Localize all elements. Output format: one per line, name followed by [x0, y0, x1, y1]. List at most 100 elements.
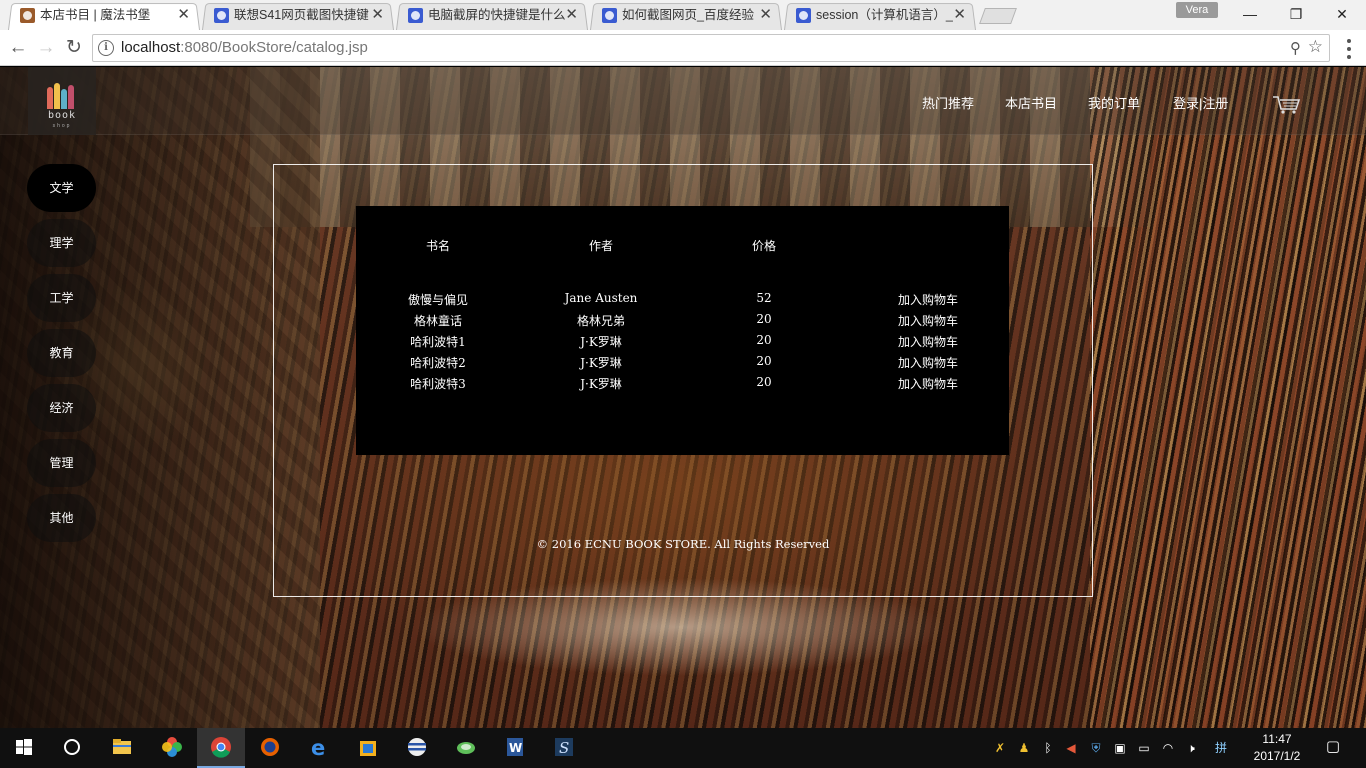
baidu-paw-icon	[602, 8, 617, 23]
file-explorer-app[interactable]	[98, 728, 146, 768]
nav-catalog[interactable]: 本店书目	[1005, 93, 1057, 112]
wechat-app[interactable]	[442, 728, 490, 768]
browser-menu-icon[interactable]	[1340, 35, 1358, 61]
category-literature[interactable]: 文学	[27, 164, 96, 212]
volume-mute-icon[interactable]: 🕨	[1183, 740, 1199, 756]
folder-icon	[113, 739, 131, 754]
tab-close-icon[interactable]: ✕	[177, 2, 190, 28]
back-arrow-icon[interactable]: ←	[5, 35, 31, 61]
firefox-app[interactable]	[246, 728, 294, 768]
chrome-icon	[211, 737, 231, 758]
windows-taskbar: e W S ✗ ♟ ᛒ ◀ ⛨ ▣ ▭ ◠ 🕨 拼 11:47 2017/1/2…	[0, 728, 1366, 768]
tab-title: 如何截图网页_百度经验	[622, 8, 754, 22]
shopping-cart-icon[interactable]	[1272, 95, 1302, 115]
category-other[interactable]: 其他	[27, 494, 96, 542]
word-icon: W	[507, 738, 523, 756]
edge-icon: e	[311, 736, 325, 758]
book-catalog-table: 书名 作者 价格 傲慢与偏见 Jane Austen 52 加入购物车 格林童话…	[356, 206, 1009, 455]
category-education[interactable]: 教育	[27, 329, 96, 377]
tab-close-icon[interactable]: ✕	[565, 2, 578, 28]
login-link[interactable]: 登录	[1173, 96, 1199, 111]
speaker-icon[interactable]: ◀	[1063, 740, 1079, 756]
book-author: J·K罗琳	[580, 335, 622, 349]
tab-title: 本店书目 | 魔法书堡	[40, 8, 151, 22]
leaf-icon	[457, 742, 475, 754]
category-economics[interactable]: 经济	[27, 384, 96, 432]
add-to-cart-link[interactable]: 加入购物车	[868, 291, 988, 308]
word-app[interactable]: W	[491, 728, 539, 768]
store-bag-icon	[360, 741, 376, 756]
column-header-author: 作者	[588, 239, 613, 253]
chrome-app[interactable]	[197, 728, 245, 768]
browser-tab[interactable]: 联想S41网页截图快捷键 ✕	[202, 2, 394, 30]
clock-date: 2017/1/2	[1253, 749, 1301, 763]
bookmark-star-icon[interactable]: ☆	[1308, 37, 1323, 57]
category-engineering[interactable]: 工学	[27, 274, 96, 322]
qq-penguin-icon[interactable]: ♟	[1016, 740, 1032, 756]
ime-icon[interactable]: ✗	[992, 740, 1008, 756]
browser-toolbar: ← → ↻ i localhost:8080/BookStore/catalog…	[0, 30, 1366, 66]
new-tab-button[interactable]	[979, 8, 1017, 24]
windows-logo-icon	[16, 739, 32, 755]
book-logo-icon	[47, 83, 77, 109]
photos-app[interactable]	[148, 728, 196, 768]
site-info-icon[interactable]: i	[98, 40, 114, 56]
clock-time: 11:47	[1262, 732, 1292, 746]
minimize-icon[interactable]: —	[1227, 0, 1273, 28]
bluetooth-icon[interactable]: ᛒ	[1040, 740, 1056, 756]
profile-badge[interactable]: Vera	[1176, 2, 1218, 18]
system-clock[interactable]: 11:47 2017/1/2	[1244, 731, 1310, 765]
restore-icon[interactable]: ❐	[1273, 0, 1319, 28]
register-link[interactable]: 注册	[1202, 96, 1228, 111]
logo-text: book	[47, 110, 77, 121]
tab-close-icon[interactable]: ✕	[953, 2, 966, 28]
notification-icon[interactable]: ▢	[1325, 739, 1341, 755]
category-science[interactable]: 理学	[27, 219, 96, 267]
web-page: book shop 热门推荐 本店书目 我的订单 登录|注册 文学 理学 工学 …	[0, 67, 1366, 728]
baidu-paw-icon	[796, 8, 811, 23]
add-to-cart-link[interactable]: 加入购物车	[868, 312, 988, 329]
start-button[interactable]	[0, 728, 48, 768]
close-window-icon[interactable]: ✕	[1319, 0, 1365, 28]
network-app[interactable]	[393, 728, 441, 768]
globe-stripes-icon	[408, 738, 426, 756]
nav-my-orders[interactable]: 我的订单	[1088, 93, 1140, 112]
nav-account: 登录|注册	[1173, 93, 1228, 112]
add-to-cart-link[interactable]: 加入购物车	[868, 354, 988, 371]
book-author: J·K罗琳	[580, 377, 622, 391]
wifi-icon[interactable]: ◠	[1160, 740, 1176, 756]
forward-arrow-icon[interactable]: →	[33, 35, 59, 61]
book-price: 52	[756, 291, 772, 305]
add-to-cart-link[interactable]: 加入购物车	[868, 333, 988, 350]
background-bookshelves	[1090, 67, 1366, 728]
browser-tab-active[interactable]: 本店书目 | 魔法书堡 ✕	[8, 2, 200, 30]
display-icon[interactable]: ▣	[1112, 740, 1128, 756]
security-shield-icon[interactable]: ⛨	[1088, 740, 1104, 756]
add-to-cart-link[interactable]: 加入购物车	[868, 375, 988, 392]
address-bar[interactable]: i localhost:8080/BookStore/catalog.jsp ⚲…	[92, 34, 1330, 62]
tab-close-icon[interactable]: ✕	[759, 2, 772, 28]
script-s-icon: S	[555, 738, 573, 757]
edge-app[interactable]: e	[295, 728, 343, 768]
reload-icon[interactable]: ↻	[61, 35, 87, 61]
url-text[interactable]: localhost:8080/BookStore/catalog.jsp	[121, 35, 368, 61]
store-app[interactable]	[344, 728, 392, 768]
color-flower-icon	[162, 737, 182, 757]
input-method-icon[interactable]: 拼	[1213, 740, 1229, 756]
browser-tab[interactable]: 如何截图网页_百度经验 ✕	[590, 2, 782, 30]
site-logo[interactable]: book shop	[28, 67, 96, 135]
tab-close-icon[interactable]: ✕	[371, 2, 384, 28]
book-price: 20	[756, 375, 772, 389]
battery-icon[interactable]: ▭	[1136, 740, 1152, 756]
book-title: 傲慢与偏见	[407, 293, 468, 307]
browser-tab[interactable]: 电脑截屏的快捷键是什么 ✕	[396, 2, 588, 30]
nav-hot-recommend[interactable]: 热门推荐	[922, 93, 974, 112]
firefox-icon	[261, 738, 279, 756]
category-management[interactable]: 管理	[27, 439, 96, 487]
eclipse-app[interactable]: S	[540, 728, 588, 768]
zoom-magnifier-icon[interactable]: ⚲	[1290, 39, 1301, 57]
cortana-button[interactable]	[48, 728, 96, 768]
browser-tab[interactable]: session（计算机语言）_ ✕	[784, 2, 976, 30]
svg-text:S: S	[559, 739, 569, 757]
column-header-price: 价格	[751, 239, 776, 253]
